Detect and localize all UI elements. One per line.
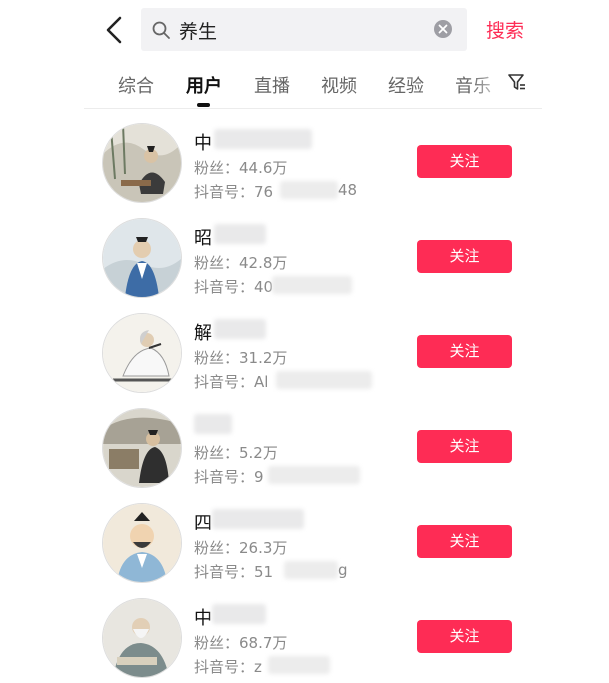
avatar[interactable]	[102, 408, 182, 488]
redacted-id	[268, 466, 360, 484]
top-bar: 养生 搜索	[0, 0, 609, 60]
avatar[interactable]	[102, 313, 182, 393]
avatar[interactable]	[102, 218, 182, 298]
follow-button[interactable]: 关注	[417, 430, 512, 463]
user-row[interactable]: 四 粉丝：26.3万 抖音号：51 g 关注	[0, 489, 609, 584]
user-name[interactable]: 中	[194, 129, 212, 155]
follower-count: 粉丝：68.7万	[194, 634, 288, 652]
redacted-name	[214, 319, 266, 339]
search-icon	[151, 20, 171, 40]
active-tab-indicator	[197, 103, 210, 107]
follower-count: 粉丝：26.3万	[194, 539, 288, 557]
follow-button[interactable]: 关注	[417, 525, 512, 558]
follow-button[interactable]: 关注	[417, 620, 512, 653]
follow-button[interactable]: 关注	[417, 145, 512, 178]
avatar[interactable]	[102, 503, 182, 583]
follow-button[interactable]: 关注	[417, 240, 512, 273]
tab-users[interactable]: 用户	[186, 72, 222, 98]
redacted-name	[194, 414, 232, 434]
tab-videos[interactable]: 视频	[321, 72, 357, 98]
douyin-id-tail: 48	[338, 181, 358, 199]
user-row[interactable]: 中 粉丝：44.6万 抖音号：76 48 关注	[0, 109, 609, 204]
clear-search-icon[interactable]	[433, 19, 453, 39]
filter-icon[interactable]	[507, 72, 527, 92]
redacted-name	[214, 129, 312, 149]
user-row[interactable]: 解 粉丝：31.2万 抖音号：Al 关注	[0, 299, 609, 394]
user-name[interactable]: 四	[194, 509, 212, 535]
follower-count: 粉丝：5.2万	[194, 444, 278, 462]
search-input[interactable]: 养生	[179, 17, 217, 44]
user-name[interactable]: 中	[194, 604, 212, 630]
follower-count: 粉丝：44.6万	[194, 159, 288, 177]
user-row[interactable]: 昭 粉丝：42.8万 抖音号：40 关注	[0, 204, 609, 299]
tab-fade-overlay	[470, 62, 510, 102]
douyin-id: 抖音号：76	[194, 183, 274, 201]
douyin-id: 抖音号：Al	[194, 373, 269, 391]
douyin-id: 抖音号：40	[194, 278, 274, 296]
user-row[interactable]: 粉丝：5.2万 抖音号：9 关注	[0, 394, 609, 489]
douyin-id: 抖音号：51	[194, 563, 274, 581]
redacted-id	[268, 656, 330, 674]
tab-live[interactable]: 直播	[254, 72, 290, 98]
avatar[interactable]	[102, 598, 182, 678]
avatar[interactable]	[102, 123, 182, 203]
redacted-id	[284, 561, 338, 579]
redacted-name	[212, 604, 266, 624]
follow-button[interactable]: 关注	[417, 335, 512, 368]
tab-general[interactable]: 综合	[118, 72, 154, 98]
user-name[interactable]: 昭	[194, 224, 212, 250]
follower-count: 粉丝：42.8万	[194, 254, 288, 272]
user-name[interactable]: 解	[194, 319, 212, 345]
search-button[interactable]: 搜索	[486, 16, 524, 43]
redacted-name	[212, 509, 304, 529]
douyin-id-tail: g	[338, 561, 348, 579]
user-row[interactable]: 中 粉丝：68.7万 抖音号：z 关注	[0, 584, 609, 679]
redacted-id	[280, 181, 338, 199]
tab-experience[interactable]: 经验	[388, 72, 424, 98]
follower-count: 粉丝：31.2万	[194, 349, 288, 367]
douyin-id: 抖音号：z	[194, 658, 262, 676]
back-chevron-icon[interactable]	[98, 12, 134, 48]
redacted-name	[214, 224, 266, 244]
redacted-id	[272, 276, 352, 294]
search-box[interactable]: 养生	[141, 8, 467, 51]
douyin-id: 抖音号：9	[194, 468, 264, 486]
redacted-id	[276, 371, 372, 389]
